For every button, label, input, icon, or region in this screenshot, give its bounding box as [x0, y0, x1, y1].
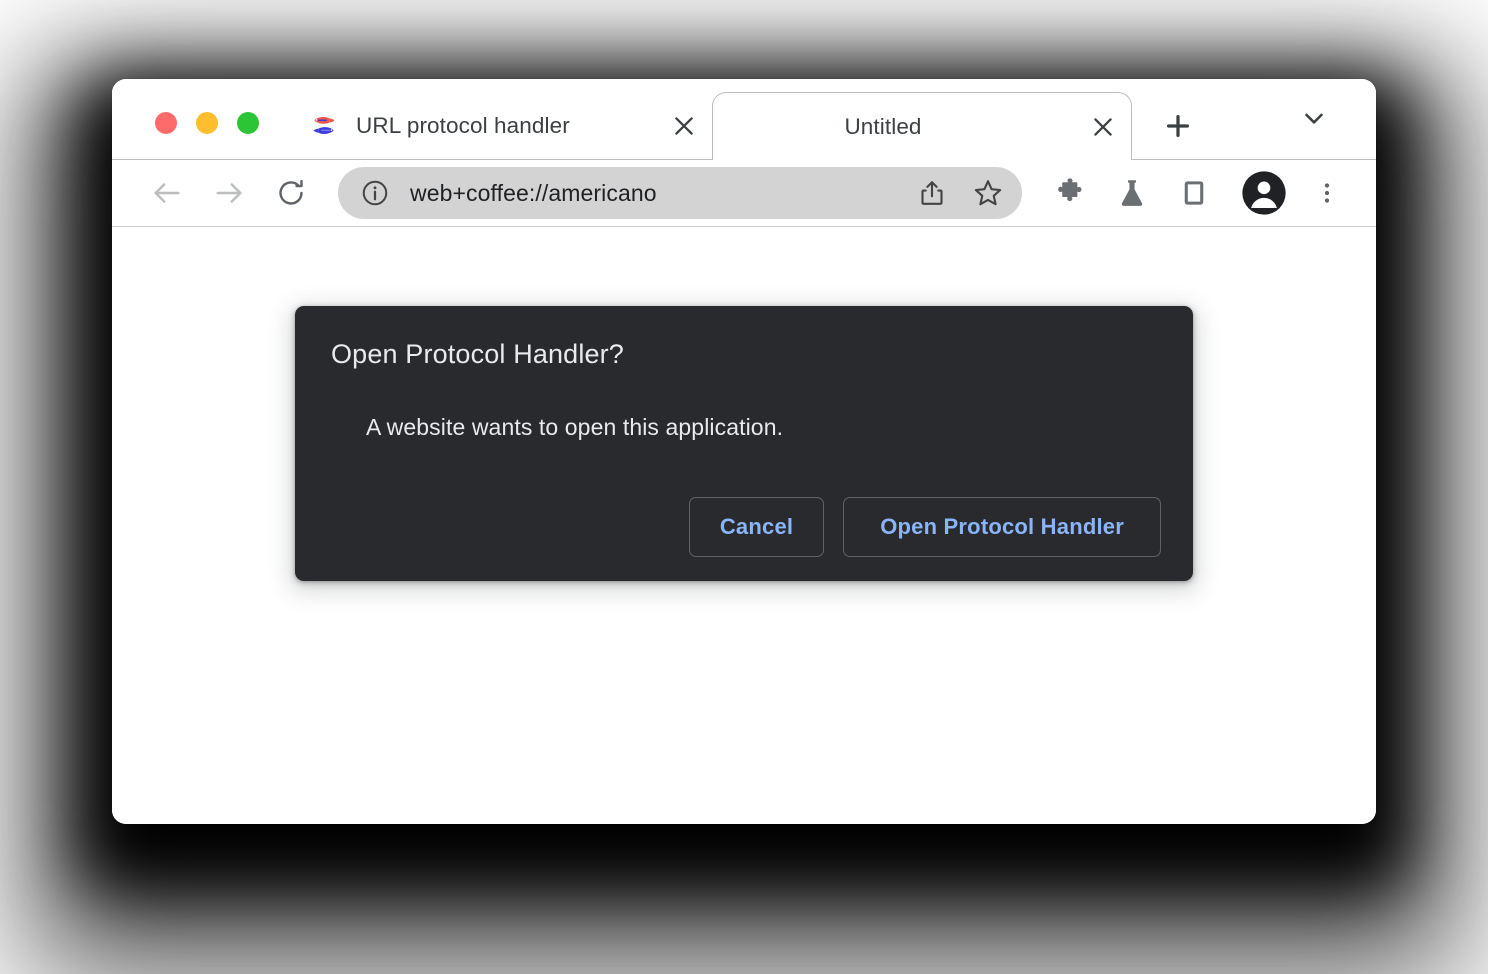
browser-toolbar: web+coffee://americano	[112, 160, 1376, 227]
window-close-button[interactable]	[155, 112, 177, 134]
tab-search-button[interactable]	[1284, 88, 1344, 148]
flask-icon	[1121, 180, 1143, 206]
star-icon	[974, 180, 1002, 206]
back-button[interactable]	[142, 168, 192, 218]
close-icon	[1094, 117, 1112, 136]
tab-close-button[interactable]	[656, 98, 712, 154]
reload-icon	[279, 179, 303, 205]
browser-menu-button[interactable]	[1304, 165, 1350, 221]
open-protocol-handler-button[interactable]: Open Protocol Handler	[843, 497, 1161, 557]
window-maximize-button[interactable]	[237, 112, 259, 134]
close-icon	[675, 117, 693, 135]
share-icon	[921, 181, 943, 205]
three-dots-vertical-icon	[1324, 183, 1330, 203]
tab-close-button[interactable]	[1075, 99, 1131, 155]
window-traffic-lights	[155, 112, 259, 134]
profile-avatar[interactable]	[1236, 165, 1292, 221]
side-panel-button[interactable]	[1166, 165, 1222, 221]
tab-title: Untitled	[844, 113, 922, 139]
tropical-fish-icon	[313, 116, 335, 134]
chevron-down-icon	[1305, 113, 1323, 124]
dialog-actions: Cancel Open Protocol Handler	[331, 497, 1161, 557]
cancel-button[interactable]: Cancel	[688, 497, 825, 557]
puzzle-piece-icon	[1058, 178, 1082, 202]
window-minimize-button[interactable]	[196, 112, 218, 134]
tab-url-protocol-handler[interactable]: URL protocol handler	[292, 92, 712, 160]
screenshot-stage: URL protocol handler Untitled web+coffee…	[0, 0, 1488, 974]
dialog-title: Open Protocol Handler?	[331, 339, 624, 369]
tab-strip: URL protocol handler Untitled	[112, 79, 1376, 160]
tab-title: URL protocol handler	[356, 113, 570, 138]
new-tab-button[interactable]	[1148, 96, 1208, 156]
tabs-row: URL protocol handler Untitled	[292, 79, 1208, 160]
info-circle-icon-glyph	[362, 180, 388, 206]
omnibox-url-text[interactable]: web+coffee://americano	[410, 180, 904, 207]
dialog-message: A website wants to open this application…	[366, 414, 784, 440]
reload-button[interactable]	[266, 168, 316, 218]
info-circle-icon[interactable]	[360, 178, 390, 208]
extensions-button[interactable]	[1042, 165, 1098, 221]
share-button[interactable]	[904, 170, 960, 216]
forward-button[interactable]	[204, 168, 254, 218]
side-panel-icon	[1184, 181, 1204, 205]
plus-icon	[1167, 115, 1189, 137]
omnibox[interactable]: web+coffee://americano	[338, 167, 1022, 219]
experiments-button[interactable]	[1104, 165, 1160, 221]
tab-untitled[interactable]: Untitled	[712, 92, 1132, 160]
arrow-right-icon	[216, 183, 242, 203]
bookmark-button[interactable]	[960, 170, 1016, 216]
avatar-icon	[1242, 171, 1286, 215]
browser-window: URL protocol handler Untitled web+coffee…	[112, 79, 1376, 824]
open-protocol-handler-dialog: Open Protocol Handler? A website wants t…	[295, 306, 1193, 581]
page-content-area: Open Protocol Handler? A website wants t…	[112, 227, 1376, 824]
arrow-left-icon	[154, 183, 180, 203]
